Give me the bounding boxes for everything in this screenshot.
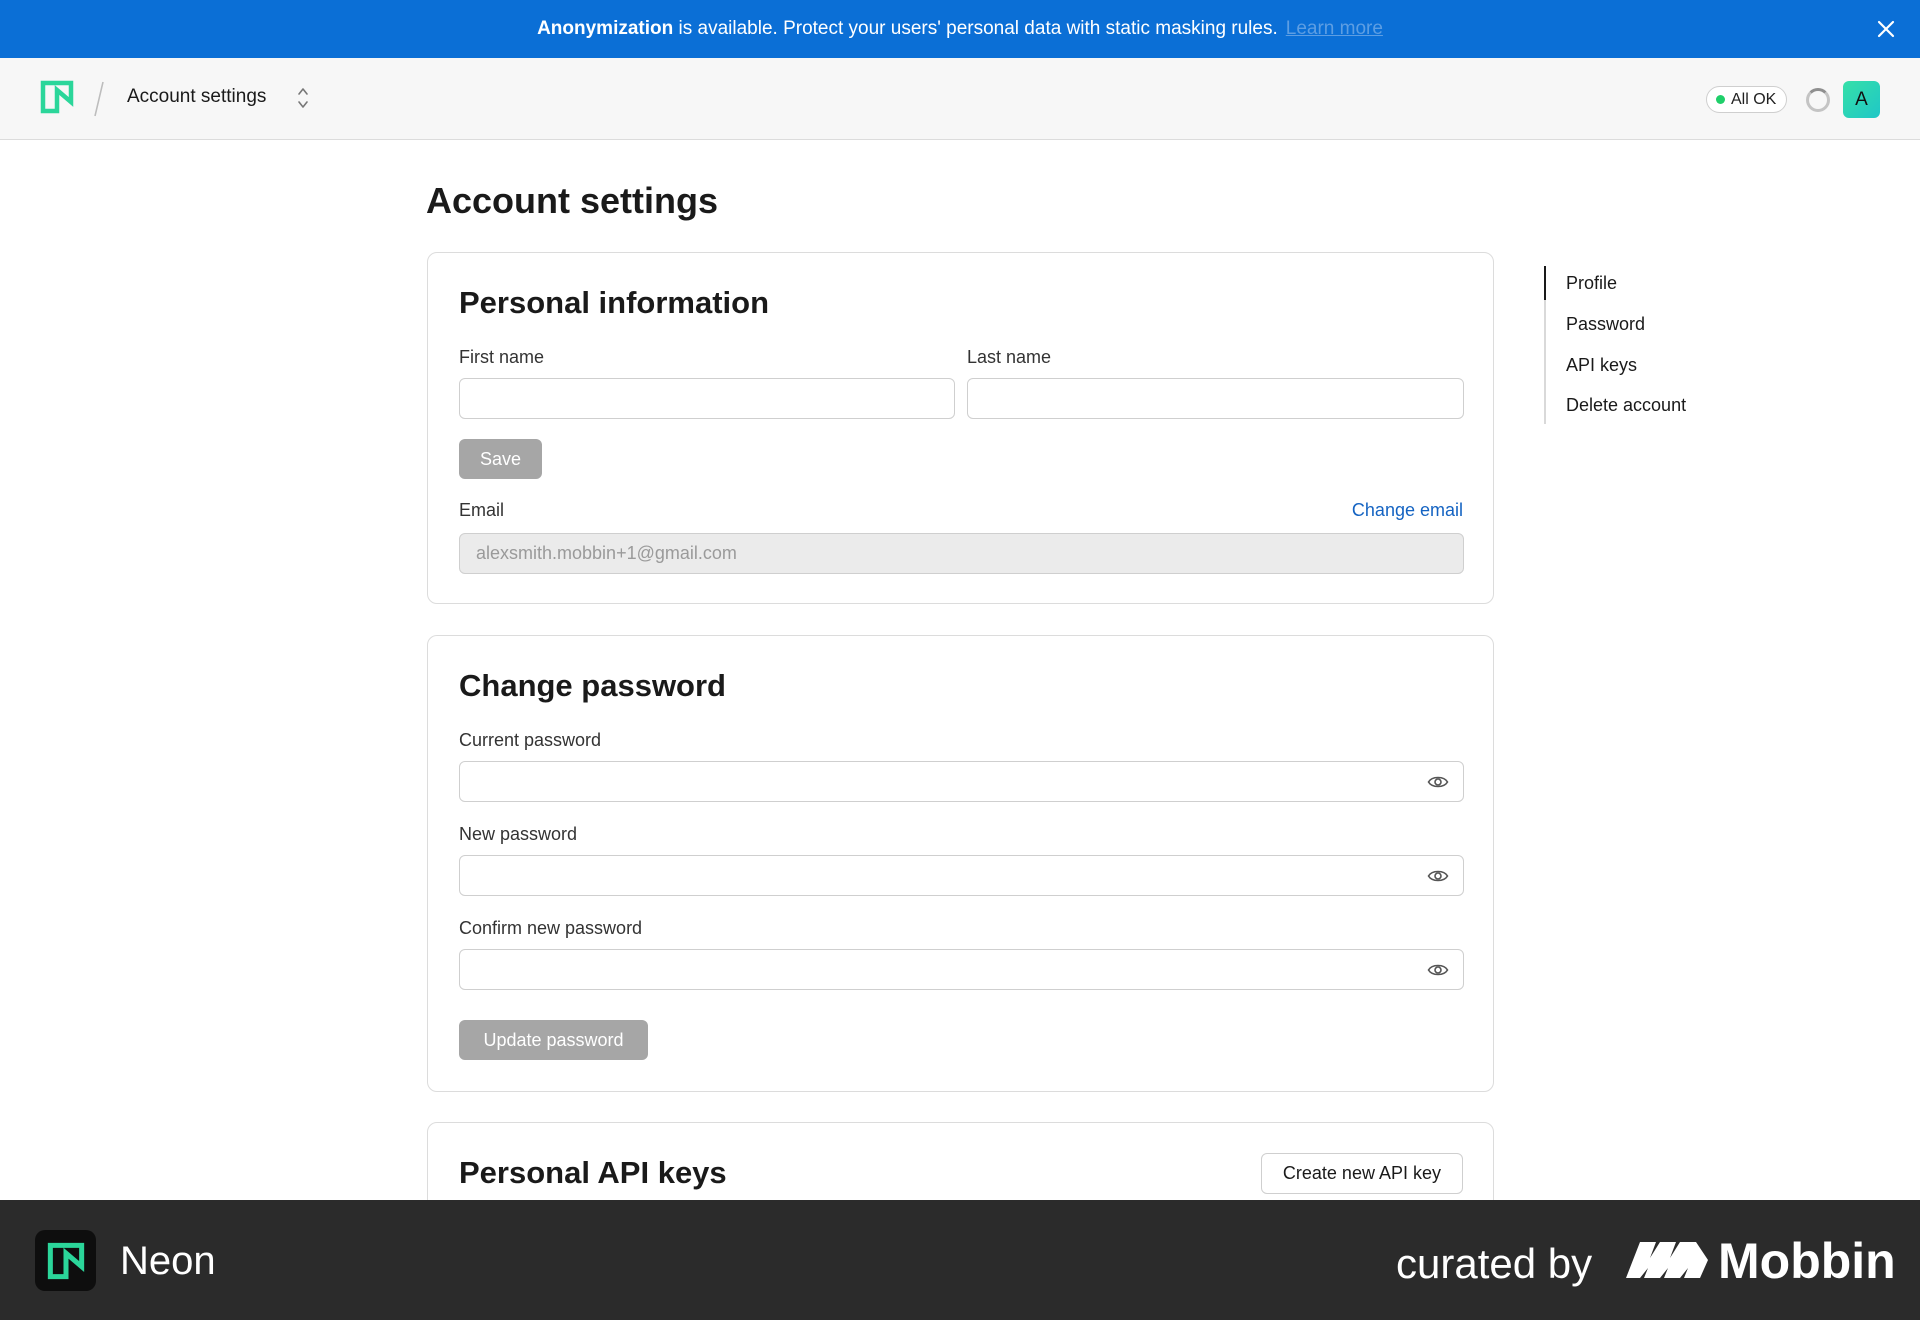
eye-icon[interactable] [1427, 774, 1449, 790]
personal-information-heading: Personal information [459, 285, 770, 320]
breadcrumb-separator-icon [94, 81, 104, 117]
section-navigation: Profile Password API keys Delete account [1544, 266, 1744, 424]
status-text: All OK [1731, 90, 1777, 108]
toc-item-profile[interactable]: Profile [1566, 273, 1617, 294]
create-api-key-button[interactable]: Create new API key [1260, 1153, 1463, 1194]
mobbin-logo-icon [1626, 1242, 1708, 1278]
status-dot-icon [1716, 95, 1725, 104]
neon-logo-icon[interactable] [40, 80, 74, 114]
last-name-field[interactable] [967, 378, 1464, 419]
personal-api-keys-heading: Personal API keys [459, 1155, 727, 1190]
footer-bar: Neon curated by Mobbin [0, 1200, 1920, 1320]
close-icon[interactable] [1874, 17, 1898, 41]
confirm-password-field[interactable] [459, 949, 1464, 990]
banner-text: Anonymization is available. Protect your… [537, 18, 1278, 40]
chevron-up-down-icon[interactable] [294, 84, 312, 112]
eye-icon[interactable] [1427, 868, 1449, 884]
toc-item-api-keys[interactable]: API keys [1566, 355, 1637, 376]
banner-bold-text: Anonymization [537, 18, 674, 39]
eye-icon[interactable] [1427, 962, 1449, 978]
mobbin-wordmark: Mobbin [1718, 1233, 1896, 1289]
save-button[interactable]: Save [459, 439, 542, 479]
new-password-field[interactable] [459, 855, 1464, 896]
update-password-button[interactable]: Update password [459, 1020, 648, 1060]
email-label: Email [459, 500, 505, 520]
personal-information-card: Personal information First name Last nam… [427, 252, 1494, 604]
toc-item-password[interactable]: Password [1566, 314, 1645, 335]
confirm-password-label: Confirm new password [459, 918, 643, 938]
announcement-banner: Anonymization is available. Protect your… [0, 0, 1920, 58]
neon-logo-icon [47, 1242, 84, 1279]
toc-item-delete-account[interactable]: Delete account [1566, 395, 1686, 416]
new-password-label: New password [459, 824, 578, 844]
curated-by-text: curated by [1396, 1240, 1593, 1287]
status-badge[interactable]: All OK [1706, 86, 1788, 113]
change-password-heading: Change password [459, 668, 726, 703]
current-password-field[interactable] [459, 761, 1464, 802]
change-password-card: Change password Current password New pas… [427, 635, 1494, 1092]
first-name-label: First name [459, 347, 545, 367]
loading-spinner-icon [1806, 88, 1830, 112]
page-title: Account settings [426, 180, 719, 221]
top-navigation-bar: Account settings All OK A [0, 58, 1920, 140]
current-password-label: Current password [459, 730, 602, 750]
avatar[interactable]: A [1843, 81, 1880, 118]
email-field: alexsmith.mobbin+1@gmail.com [459, 533, 1464, 574]
footer-brand-name: Neon [120, 1239, 216, 1283]
learn-more-link[interactable]: Learn more [1286, 18, 1383, 40]
change-email-link[interactable]: Change email [1352, 500, 1463, 521]
breadcrumb-account-settings[interactable]: Account settings [127, 86, 266, 108]
first-name-field[interactable] [459, 378, 955, 419]
banner-message: is available. Protect your users' person… [673, 18, 1278, 39]
active-section-indicator [1544, 266, 1546, 300]
last-name-label: Last name [967, 347, 1052, 367]
neon-app-icon [35, 1230, 96, 1291]
